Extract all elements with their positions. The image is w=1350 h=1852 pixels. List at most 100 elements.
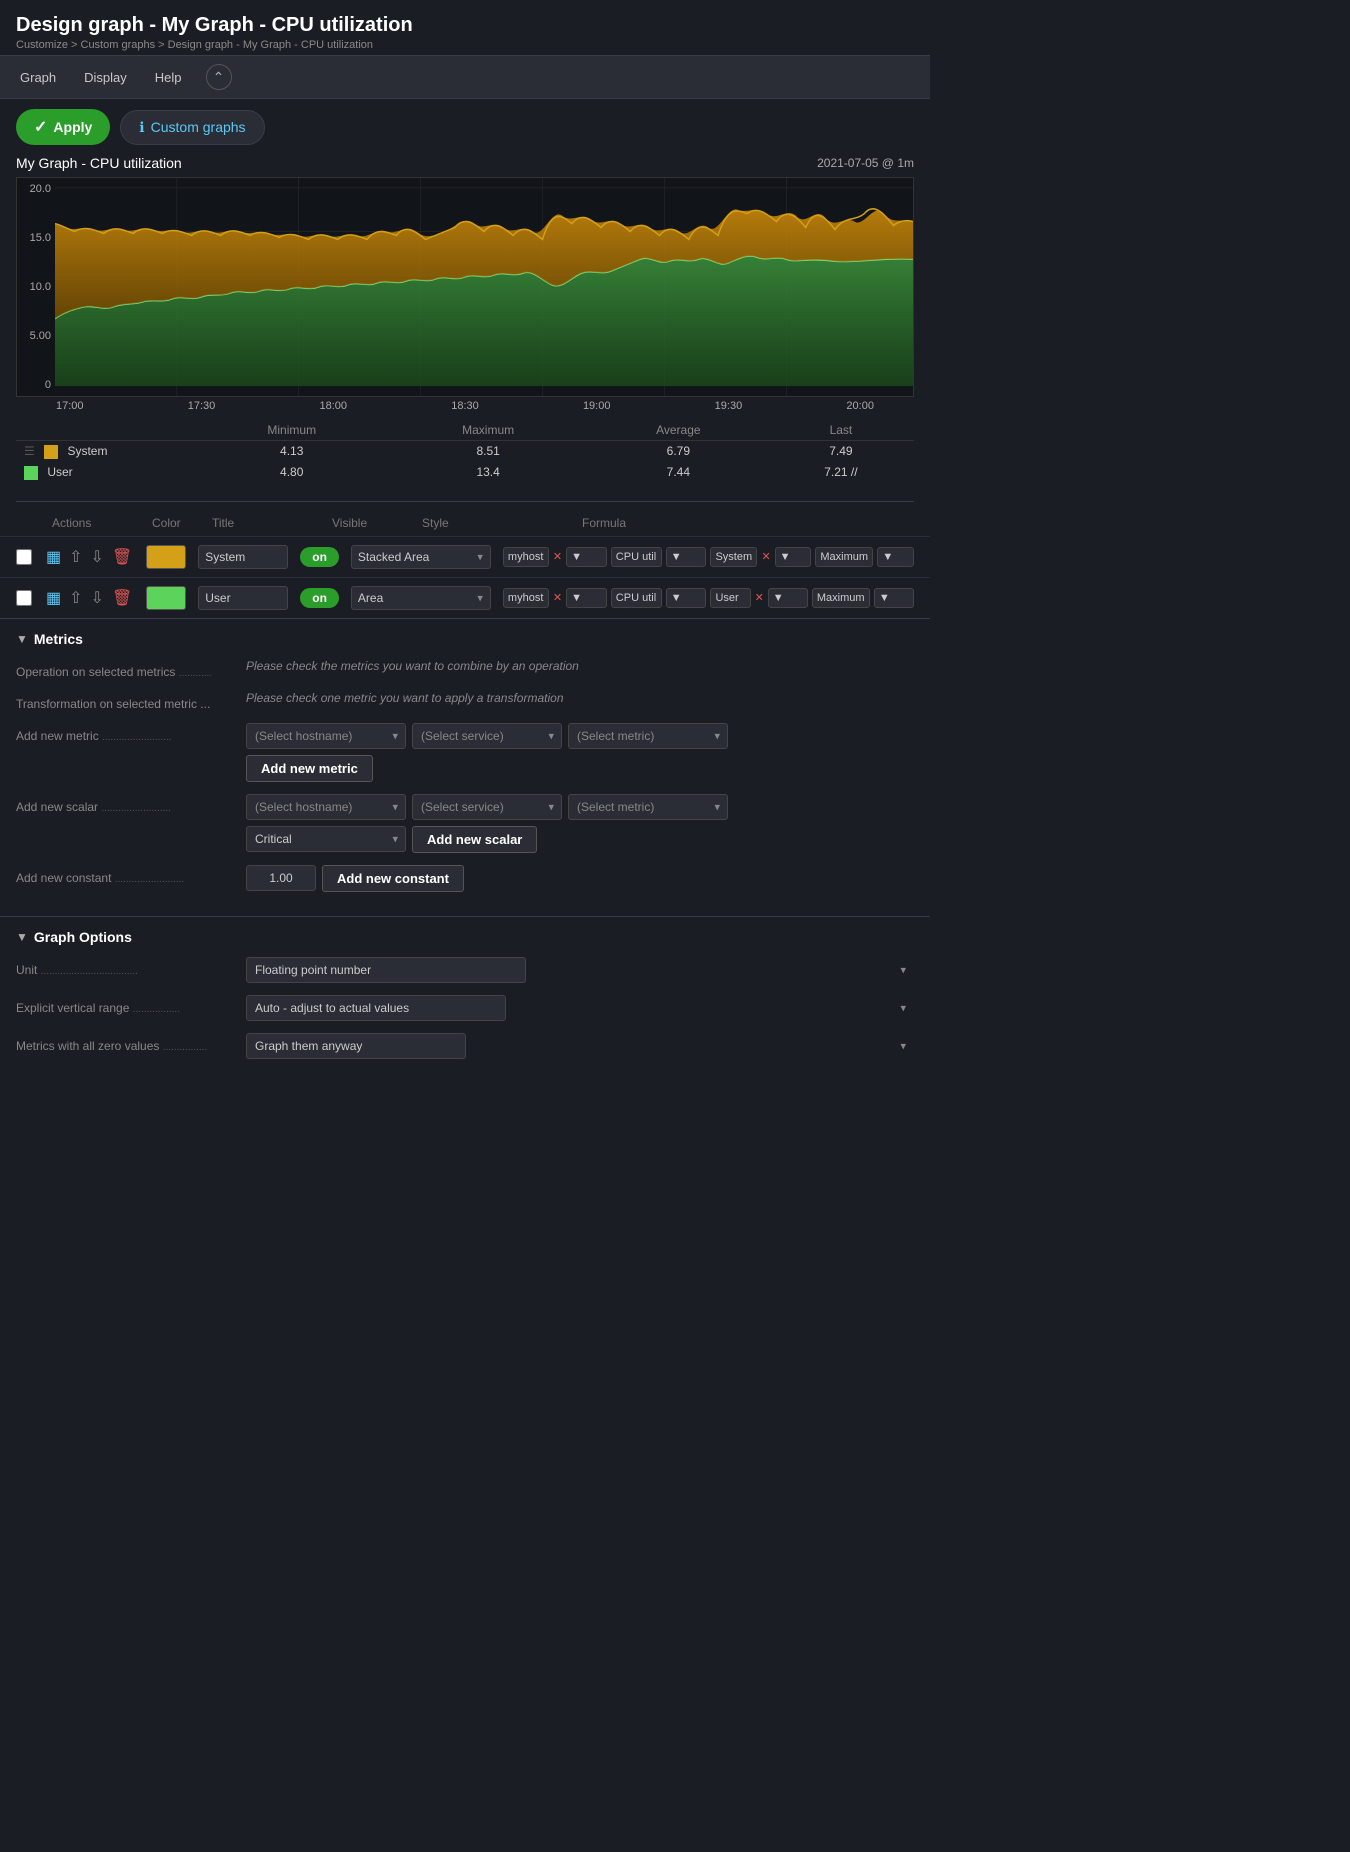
- user-style-select[interactable]: Area Stacked Area Line: [351, 586, 491, 610]
- add-scalar-hostname-select[interactable]: (Select hostname): [246, 794, 406, 820]
- add-scalar-button[interactable]: Add new scalar: [412, 826, 537, 853]
- user-formula: myhost ✕ ▼ CPU util ▼ User ✕ ▼ Maximum ▼: [503, 588, 914, 608]
- add-metric-service-select[interactable]: (Select service): [412, 723, 562, 749]
- user-actions: ▦ ⇧ ⇩ 🗑: [44, 586, 134, 610]
- user-last: 7.21 //: [768, 462, 914, 483]
- system-metric2-dropdown[interactable]: ▼: [877, 547, 914, 567]
- user-metric2-dropdown[interactable]: ▼: [874, 588, 914, 608]
- toolbar: ✓ Apply ℹ Custom graphs: [0, 99, 930, 155]
- system-host2-select[interactable]: System: [710, 547, 757, 567]
- system-title-input[interactable]: [198, 545, 288, 569]
- system-copy-button[interactable]: ▦: [44, 545, 63, 569]
- system-color-swatch[interactable]: [146, 545, 186, 569]
- transformation-row: Transformation on selected metric ... Pl…: [16, 691, 914, 711]
- user-delete-button[interactable]: 🗑: [110, 586, 134, 610]
- add-scalar-metric-select[interactable]: (Select metric): [568, 794, 728, 820]
- menu-graph[interactable]: Graph: [16, 68, 60, 87]
- system-color-box: [44, 445, 58, 459]
- unit-label: Unit ...................................: [16, 957, 236, 977]
- user-title-input[interactable]: [198, 586, 288, 610]
- constant-value-input[interactable]: [246, 865, 316, 891]
- system-min: 4.13: [196, 441, 387, 462]
- user-host2-select[interactable]: User: [710, 588, 750, 608]
- user-host1-select[interactable]: myhost: [503, 588, 549, 608]
- system-host1-remove[interactable]: ✕: [553, 550, 562, 563]
- menu-help[interactable]: Help: [151, 68, 186, 87]
- user-host2-remove[interactable]: ✕: [755, 591, 764, 604]
- user-host1-remove[interactable]: ✕: [553, 591, 562, 604]
- legend-header-minimum: Minimum: [196, 420, 387, 441]
- collapse-button[interactable]: ⌃: [206, 64, 232, 90]
- system-checkbox[interactable]: [16, 549, 32, 565]
- user-visible-toggle[interactable]: on: [300, 588, 339, 608]
- add-constant-row: Add new constant .......................…: [16, 865, 914, 892]
- user-host2-dropdown[interactable]: ▼: [768, 588, 808, 608]
- metrics-column-headers: Actions Color Title Visible Style Formul…: [0, 510, 930, 536]
- range-select[interactable]: Auto - adjust to actual values Fixed ran…: [246, 995, 506, 1021]
- metric-row-system: ▦ ⇧ ⇩ 🗑 on Stacked Area Area Line myhost…: [0, 536, 930, 577]
- transformation-label: Transformation on selected metric ...: [16, 691, 236, 711]
- user-up-button[interactable]: ⇧: [67, 586, 84, 610]
- operation-row: Operation on selected metrics ..........…: [16, 659, 914, 679]
- check-icon: ✓: [34, 117, 47, 137]
- user-style-wrapper: Area Stacked Area Line: [351, 586, 491, 610]
- triangle-icon-2: ▼: [16, 930, 28, 944]
- legend-header-name: [16, 420, 196, 441]
- user-label: User: [47, 465, 72, 479]
- add-scalar-critical-select[interactable]: Critical Warning: [246, 826, 406, 852]
- chart-svg: [55, 178, 913, 396]
- user-down-button[interactable]: ⇩: [89, 586, 106, 610]
- user-formula-row1: myhost ✕ ▼ CPU util ▼: [503, 588, 707, 608]
- system-metric1-select[interactable]: CPU util: [611, 547, 662, 567]
- legend-table: Minimum Maximum Average Last ☰ System 4.…: [16, 420, 914, 483]
- apply-button[interactable]: ✓ Apply: [16, 109, 110, 145]
- custom-graphs-button[interactable]: ℹ Custom graphs: [120, 110, 264, 145]
- user-min: 4.80: [196, 462, 387, 483]
- system-host2-dropdown[interactable]: ▼: [775, 547, 812, 567]
- unit-row: Unit ...................................…: [16, 957, 914, 983]
- add-constant-button[interactable]: Add new constant: [322, 865, 464, 892]
- system-formula-row2: System ✕ ▼ Maximum ▼: [710, 547, 914, 567]
- system-metric2-select[interactable]: Maximum: [815, 547, 873, 567]
- graph-timestamp: 2021-07-05 @ 1m: [817, 156, 914, 170]
- add-constant-content: Add new constant: [246, 865, 914, 892]
- breadcrumb: Customize > Custom graphs > Design graph…: [16, 39, 914, 51]
- menubar: Graph Display Help ⌃: [0, 55, 930, 99]
- user-host1-dropdown[interactable]: ▼: [566, 588, 607, 608]
- user-metric1-dropdown[interactable]: ▼: [666, 588, 707, 608]
- add-metric-selects: (Select hostname) (Select service) (Sele…: [246, 723, 914, 749]
- operation-label: Operation on selected metrics ..........…: [16, 659, 236, 679]
- user-copy-button[interactable]: ▦: [44, 586, 63, 610]
- system-style-select[interactable]: Stacked Area Area Line: [351, 545, 491, 569]
- legend-header-maximum: Maximum: [387, 420, 588, 441]
- system-avg: 6.79: [589, 441, 768, 462]
- user-avg: 7.44: [589, 462, 768, 483]
- range-label: Explicit vertical range ................…: [16, 995, 236, 1015]
- system-host1-select[interactable]: myhost: [503, 547, 549, 567]
- menu-display[interactable]: Display: [80, 68, 131, 87]
- add-scalar-service-select[interactable]: (Select service): [412, 794, 562, 820]
- user-formula-row2: User ✕ ▼ Maximum ▼: [710, 588, 914, 608]
- add-scalar-row: Add new scalar .........................…: [16, 794, 914, 853]
- system-down-button[interactable]: ⇩: [89, 545, 106, 569]
- range-content: Auto - adjust to actual values Fixed ran…: [246, 995, 914, 1021]
- user-metric2-select[interactable]: Maximum: [812, 588, 870, 608]
- user-checkbox[interactable]: [16, 590, 32, 606]
- system-host2-remove[interactable]: ✕: [761, 550, 770, 563]
- system-host1-dropdown[interactable]: ▼: [566, 547, 607, 567]
- graph-options-header[interactable]: ▼ Graph Options: [16, 929, 914, 945]
- zero-select[interactable]: Graph them anyway Skip: [246, 1033, 466, 1059]
- add-metric-content: (Select hostname) (Select service) (Sele…: [246, 723, 914, 782]
- metrics-section-header[interactable]: ▼ Metrics: [16, 631, 914, 647]
- user-color-swatch[interactable]: [146, 586, 186, 610]
- system-metric1-dropdown[interactable]: ▼: [666, 547, 707, 567]
- add-metric-button[interactable]: Add new metric: [246, 755, 373, 782]
- legend-row-system: ☰ System 4.13 8.51 6.79 7.49: [16, 441, 914, 462]
- system-up-button[interactable]: ⇧: [67, 545, 84, 569]
- system-visible-toggle[interactable]: on: [300, 547, 339, 567]
- system-delete-button[interactable]: 🗑: [110, 545, 134, 569]
- add-metric-metric-select[interactable]: (Select metric): [568, 723, 728, 749]
- unit-select[interactable]: Floating point number Integer Percentage: [246, 957, 526, 983]
- user-metric1-select[interactable]: CPU util: [611, 588, 662, 608]
- add-metric-hostname-select[interactable]: (Select hostname): [246, 723, 406, 749]
